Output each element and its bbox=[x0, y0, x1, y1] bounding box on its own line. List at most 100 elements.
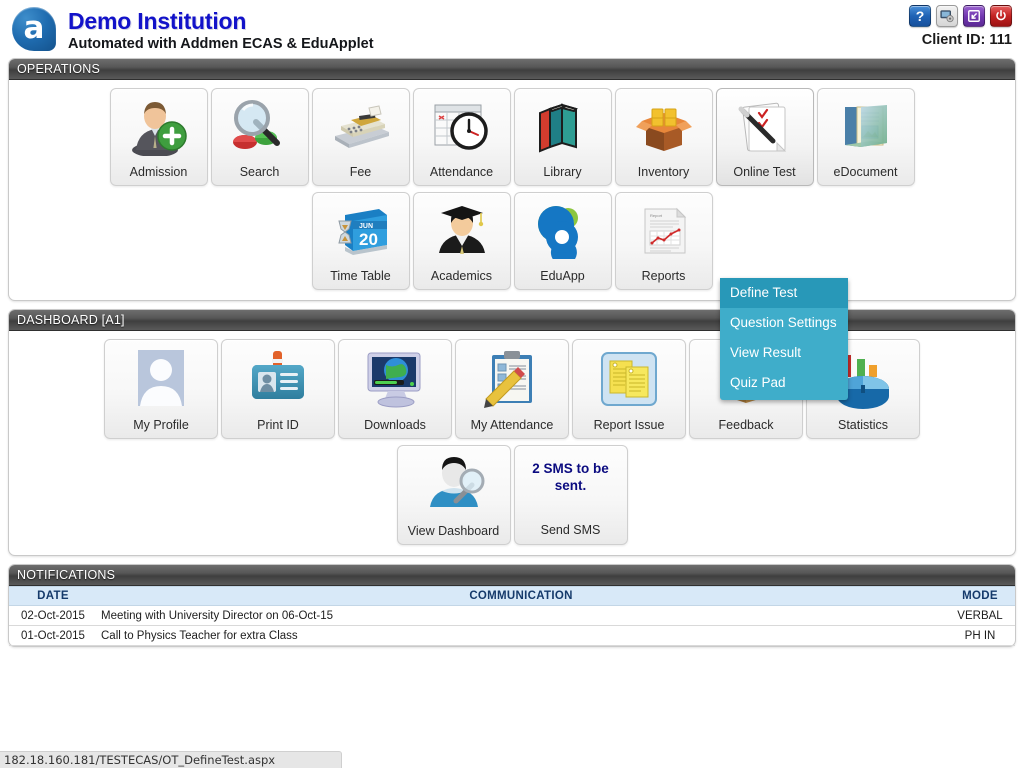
eduapp-icon bbox=[515, 193, 611, 269]
table-row[interactable]: 02-Oct-2015 Meeting with University Dire… bbox=[9, 606, 1015, 626]
cell-mode: PH IN bbox=[945, 626, 1015, 646]
title-block: Demo Institution Automated with Addmen E… bbox=[68, 6, 1024, 53]
tile-academics[interactable]: Academics bbox=[413, 192, 511, 290]
tile-library[interactable]: Library bbox=[514, 88, 612, 186]
tile-online-test[interactable]: Online Test bbox=[716, 88, 814, 186]
tile-time-table[interactable]: JUN 20 Time Table bbox=[312, 192, 410, 290]
reports-icon: Report bbox=[616, 193, 712, 269]
column-header-date: DATE bbox=[9, 587, 97, 606]
operations-panel-body: Admission Search bbox=[9, 80, 1015, 300]
logo-letter: a bbox=[24, 13, 45, 44]
tile-search[interactable]: Search bbox=[211, 88, 309, 186]
menu-item-define-test[interactable]: Define Test bbox=[720, 278, 848, 308]
svg-text:JUN: JUN bbox=[359, 223, 373, 230]
tile-label: Admission bbox=[111, 165, 207, 180]
sms-count-text: 2 SMS to be sent. bbox=[515, 460, 627, 494]
my-attendance-icon bbox=[456, 340, 568, 418]
tile-report-issue[interactable]: Report Issue bbox=[572, 339, 686, 439]
tile-my-profile[interactable]: My Profile bbox=[104, 339, 218, 439]
online-test-icon bbox=[717, 89, 813, 165]
downloads-icon bbox=[339, 340, 451, 418]
status-bar-url: 182.18.160.181/TESTECAS/OT_DefineTest.as… bbox=[0, 751, 342, 768]
library-icon bbox=[515, 89, 611, 165]
help-glyph: ? bbox=[916, 9, 925, 23]
tile-downloads[interactable]: Downloads bbox=[338, 339, 452, 439]
cell-mode: VERBAL bbox=[945, 606, 1015, 626]
menu-item-question-settings[interactable]: Question Settings bbox=[720, 308, 848, 338]
settings-glyph bbox=[940, 9, 954, 23]
tile-view-dashboard[interactable]: View Dashboard bbox=[397, 445, 511, 545]
tile-send-sms[interactable]: 2 SMS to be sent. Send SMS bbox=[514, 445, 628, 545]
dashboard-panel-body: My Profile bbox=[9, 331, 1015, 555]
tile-my-attendance[interactable]: My Attendance bbox=[455, 339, 569, 439]
search-icon bbox=[212, 89, 308, 165]
column-header-communication: COMMUNICATION bbox=[97, 587, 945, 606]
report-issue-icon bbox=[573, 340, 685, 418]
time-table-icon: JUN 20 bbox=[313, 193, 409, 269]
operations-row-2: JUN 20 Time Table bbox=[9, 192, 1015, 290]
notifications-panel-title: NOTIFICATIONS bbox=[9, 565, 1015, 586]
notifications-panel: NOTIFICATIONS DATE COMMUNICATION MODE 02… bbox=[8, 564, 1016, 647]
cell-date: 01-Oct-2015 bbox=[9, 626, 97, 646]
tile-label: Online Test bbox=[717, 165, 813, 180]
institution-name: Demo Institution bbox=[68, 8, 1024, 34]
tile-label: View Dashboard bbox=[398, 524, 510, 539]
cell-communication: Meeting with University Director on 06-O… bbox=[97, 606, 945, 626]
view-dashboard-icon bbox=[398, 446, 510, 524]
table-row[interactable]: 01-Oct-2015 Call to Physics Teacher for … bbox=[9, 626, 1015, 646]
dashboard-panel: DASHBOARD [A1] My Profile bbox=[8, 309, 1016, 556]
tile-label: Time Table bbox=[313, 269, 409, 284]
column-header-mode: MODE bbox=[945, 587, 1015, 606]
menu-item-view-result[interactable]: View Result bbox=[720, 338, 848, 368]
cell-date: 02-Oct-2015 bbox=[9, 606, 97, 626]
tile-print-id[interactable]: Print ID bbox=[221, 339, 335, 439]
power-glyph bbox=[994, 9, 1008, 23]
tile-reports[interactable]: Report bbox=[615, 192, 713, 290]
admission-icon bbox=[111, 89, 207, 165]
notifications-table-wrap: DATE COMMUNICATION MODE 02-Oct-2015 Meet… bbox=[9, 586, 1015, 646]
dashboard-row-2: View Dashboard 2 SMS to be sent. Send SM… bbox=[9, 445, 1015, 545]
page-header: a Demo Institution Automated with Addmen… bbox=[0, 0, 1024, 58]
app-logo: a bbox=[12, 7, 56, 51]
client-id: Client ID: 111 bbox=[922, 32, 1012, 48]
table-header-row: DATE COMMUNICATION MODE bbox=[9, 587, 1015, 606]
tile-label: My Profile bbox=[105, 418, 217, 433]
operations-panel: OPERATIONS Admission bbox=[8, 58, 1016, 301]
tile-fee[interactable]: Fee bbox=[312, 88, 410, 186]
help-icon[interactable]: ? bbox=[909, 5, 931, 27]
dashboard-panel-title: DASHBOARD [A1] bbox=[9, 310, 1015, 331]
tile-label: Report Issue bbox=[573, 418, 685, 433]
menu-item-quiz-pad[interactable]: Quiz Pad bbox=[720, 368, 848, 398]
tile-edocument[interactable]: eDocument bbox=[817, 88, 915, 186]
login-icon[interactable] bbox=[963, 5, 985, 27]
tile-label: Print ID bbox=[222, 418, 334, 433]
tile-inventory[interactable]: Inventory bbox=[615, 88, 713, 186]
tile-label: Statistics bbox=[807, 418, 919, 433]
bottom-spacer bbox=[0, 655, 1024, 723]
tile-label: Downloads bbox=[339, 418, 451, 433]
tile-attendance[interactable]: Attendance bbox=[413, 88, 511, 186]
inventory-icon bbox=[616, 89, 712, 165]
svg-text:20: 20 bbox=[359, 230, 378, 249]
tile-label: Inventory bbox=[616, 165, 712, 180]
attendance-icon bbox=[414, 89, 510, 165]
login-glyph bbox=[967, 9, 981, 23]
id-card-icon bbox=[222, 340, 334, 418]
operations-row-1: Admission Search bbox=[9, 88, 1015, 186]
settings-icon[interactable] bbox=[936, 5, 958, 27]
svg-text:Report: Report bbox=[650, 213, 663, 218]
tile-label: Fee bbox=[313, 165, 409, 180]
tile-eduapp[interactable]: EduApp bbox=[514, 192, 612, 290]
tile-label: Academics bbox=[414, 269, 510, 284]
tile-label: Attendance bbox=[414, 165, 510, 180]
tile-admission[interactable]: Admission bbox=[110, 88, 208, 186]
tile-label: Search bbox=[212, 165, 308, 180]
header-toolbar: ? bbox=[909, 5, 1012, 27]
online-test-dropdown-menu[interactable]: Define Test Question Settings View Resul… bbox=[720, 278, 848, 400]
tile-label: Reports bbox=[616, 269, 712, 284]
cell-communication: Call to Physics Teacher for extra Class bbox=[97, 626, 945, 646]
logo-a-icon: a bbox=[12, 7, 56, 51]
operations-panel-title: OPERATIONS bbox=[9, 59, 1015, 80]
tile-label: Send SMS bbox=[515, 523, 627, 537]
power-icon[interactable] bbox=[990, 5, 1012, 27]
